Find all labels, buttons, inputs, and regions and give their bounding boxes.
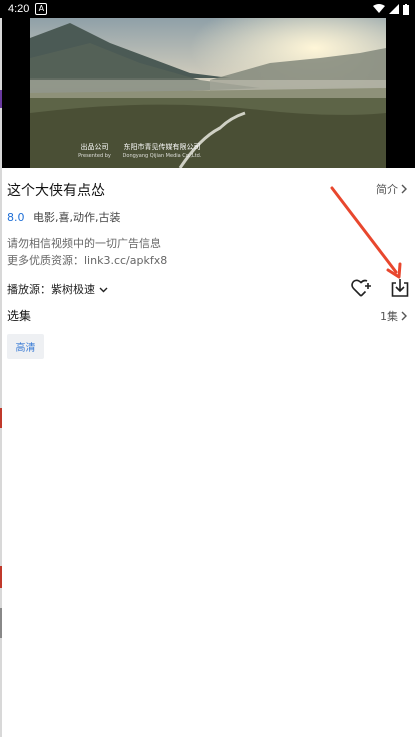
credit-left: 出品公司 Presented by bbox=[78, 143, 111, 159]
chevron-right-icon bbox=[401, 311, 407, 321]
notice-line-1: 请勿相信视频中的一切广告信息 bbox=[7, 237, 161, 250]
wifi-icon bbox=[373, 4, 385, 13]
notification-icon: A bbox=[35, 3, 48, 15]
status-bar: 4:20 A bbox=[0, 0, 415, 18]
status-icons bbox=[373, 0, 409, 18]
chevron-down-icon bbox=[99, 287, 107, 293]
battery-icon bbox=[403, 3, 409, 15]
notice-line-2: 更多优质资源：link3.cc/apkfx8 bbox=[7, 254, 168, 267]
episode-count-link[interactable]: 1集 bbox=[380, 308, 407, 324]
red-arrow-annotation bbox=[330, 186, 402, 279]
source-label: 播放源：紫树极速 bbox=[7, 283, 95, 296]
episode-header: 选集 1集 bbox=[7, 307, 407, 325]
meta-row: 8.0 电影,喜,动作,古装 bbox=[7, 209, 121, 225]
credit-right: 东阳市青见传媒有限公司 Dongyang Qijian Media Co.,Lt… bbox=[122, 143, 202, 159]
score: 8.0 bbox=[7, 211, 25, 224]
status-time: 4:20 bbox=[8, 3, 30, 15]
video-player[interactable]: 出品公司 Presented by 东阳市青见传媒有限公司 Dongyang Q… bbox=[2, 18, 415, 168]
notice-block: 请勿相信视频中的一切广告信息 更多优质资源：link3.cc/apkfx8 bbox=[7, 235, 167, 269]
tags: 电影,喜,动作,古装 bbox=[33, 211, 121, 224]
source-selector[interactable]: 播放源：紫树极速 bbox=[7, 281, 108, 297]
episode-button[interactable]: 高清 bbox=[7, 334, 44, 359]
episode-count: 1集 bbox=[380, 310, 398, 323]
episode-heading: 选集 bbox=[7, 309, 32, 323]
video-title: 这个大侠有点怂 bbox=[7, 183, 105, 199]
signal-icon bbox=[389, 4, 399, 14]
